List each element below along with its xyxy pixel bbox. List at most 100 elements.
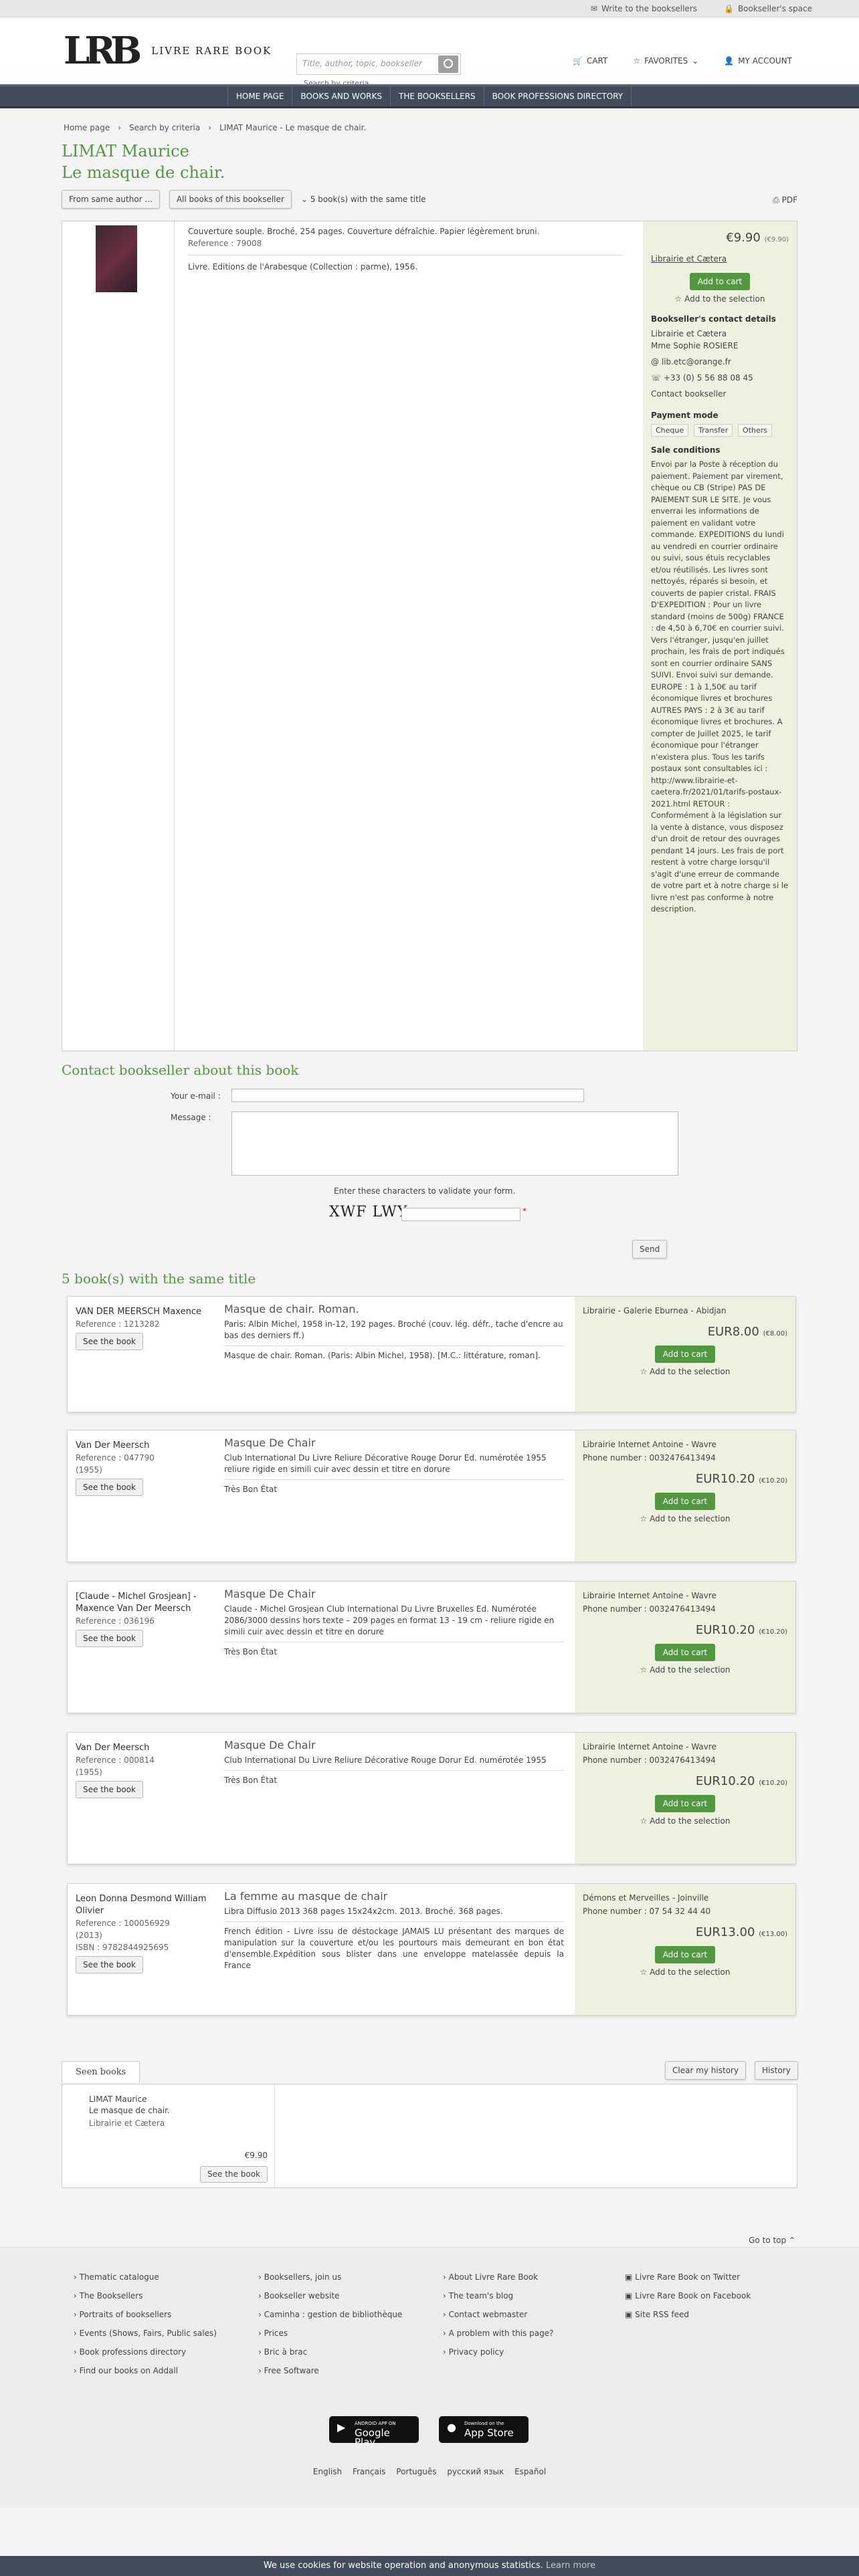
facebook-link[interactable]: ▣ Livre Rare Book on Facebook [625, 2286, 751, 2305]
lang-ru[interactable]: русский язык [447, 2467, 504, 2476]
contact-bookseller-link[interactable]: Contact bookseller [651, 388, 789, 400]
crumb-criteria[interactable]: Search by criteria [129, 123, 200, 132]
same-title-section: 5 book(s) with the same title [62, 1271, 256, 1287]
account-link[interactable]: 👤 MY ACCOUNT [724, 56, 792, 66]
write-link[interactable]: ✉ Write to the booksellers [591, 4, 697, 13]
result-seller[interactable]: Librairie Internet Antoine - Wavre [583, 1591, 787, 1600]
footer-link[interactable]: › Portraits of booksellers [74, 2305, 217, 2324]
payment-transfer: Transfer [693, 424, 733, 437]
clear-history-button[interactable]: Clear my history [665, 2061, 747, 2080]
twitter-icon: ▣ [625, 2272, 633, 2282]
see-book-button[interactable]: See the book [76, 1956, 143, 1973]
see-book-button[interactable]: See the book [76, 1781, 143, 1798]
see-book-button[interactable]: See the book [76, 1333, 143, 1350]
email-field[interactable] [231, 1089, 584, 1102]
nav-directory[interactable]: BOOK PROFESSIONS DIRECTORY [483, 86, 632, 106]
footer-link[interactable]: › About Livre Rare Book [443, 2268, 553, 2286]
result-seller[interactable]: Librairie Internet Antoine - Wavre [583, 1742, 787, 1751]
result-price: EUR8.00 [707, 1325, 759, 1339]
result-seller[interactable]: Librairie Internet Antoine - Wavre [583, 1440, 787, 1449]
lang-pt[interactable]: Português [396, 2467, 436, 2476]
all-books-button[interactable]: All books of this bookseller [169, 190, 292, 209]
send-button[interactable]: Send [632, 1240, 668, 1259]
nav-books[interactable]: BOOKS AND WORKS [292, 86, 390, 106]
message-field[interactable] [231, 1111, 678, 1176]
app-store-badge[interactable]: ● Download on the App Store [439, 2416, 529, 2443]
star-icon: ☆ [640, 1967, 648, 1977]
footer-link[interactable]: › Bookseller website [258, 2286, 402, 2305]
crumb-home[interactable]: Home page [64, 123, 110, 132]
result-title[interactable]: Masque De Chair [224, 1739, 564, 1751]
see-book-button[interactable]: See the book [76, 1479, 143, 1496]
seller-link[interactable]: Librairie et Cætera [651, 254, 789, 263]
payment-heading: Payment mode [651, 411, 719, 420]
go-to-top-link[interactable]: Go to top ⌃ [749, 2236, 795, 2245]
footer-link[interactable]: › Find our books on Addall [74, 2361, 217, 2380]
see-book-button[interactable]: See the book [76, 1630, 143, 1647]
footer-link[interactable]: › The Booksellers [74, 2286, 217, 2305]
google-play-badge[interactable]: ▶ ANDROID APP ON Google Play [329, 2416, 419, 2448]
nav-booksellers[interactable]: THE BOOKSELLERS [390, 86, 484, 106]
captcha-field[interactable] [401, 1208, 520, 1221]
add-selection-link[interactable]: ☆ Add to the selection [583, 1816, 787, 1826]
contact-person: Mme Sophie ROSIERE [651, 341, 739, 350]
lang-en[interactable]: English [313, 2467, 342, 2476]
footer-link[interactable]: › Events (Shows, Fairs, Public sales) [74, 2324, 217, 2343]
nav-home[interactable]: HOME PAGE [227, 86, 292, 106]
seen-see-book-button[interactable]: See the book [200, 2166, 268, 2183]
add-to-cart-button[interactable]: Add to cart [654, 1795, 716, 1812]
footer-link[interactable]: › Caminha : gestion de bibliothèque [258, 2305, 402, 2324]
result-title[interactable]: Masque De Chair [224, 1437, 564, 1448]
bookseller-space-link[interactable]: 🔒 Bookseller's space [724, 4, 812, 13]
same-title-link[interactable]: ⌄ 5 book(s) with the same title [301, 195, 426, 204]
footer-link[interactable]: › Bric à brac [258, 2343, 402, 2361]
seen-books-tab[interactable]: Seen books [62, 2061, 140, 2082]
add-selection-link[interactable]: ☆ Add to the selection [583, 1665, 787, 1675]
add-selection-link[interactable]: ☆ Add to the selection [583, 1967, 787, 1977]
header: LRB LIVRE RARE BOOK Title, author, topic… [0, 17, 859, 88]
footer-link[interactable]: › Thematic catalogue [74, 2268, 217, 2286]
bookseller-sidebar: €9.90 (€9.90) Librairie et Cætera Add to… [643, 221, 797, 1051]
book-cover-image[interactable] [96, 225, 137, 292]
logo[interactable]: LRB LIVRE RARE BOOK [64, 32, 272, 70]
add-to-cart-button[interactable]: Add to cart [689, 273, 751, 290]
footer-link[interactable]: › The team's blog [443, 2286, 553, 2305]
cart-link[interactable]: 🛒 CART [573, 56, 607, 66]
lang-fr[interactable]: Français [353, 2467, 385, 2476]
result-title[interactable]: La femme au masque de chair [224, 1891, 564, 1902]
email-link[interactable]: @ lib.etc@orange.fr [651, 356, 789, 368]
result-price: EUR10.20 [695, 1623, 755, 1637]
result-seller[interactable]: Librairie - Galerie Eburnea - Abidjan [583, 1306, 787, 1315]
search-input[interactable]: Title, author, topic, bookseller [296, 53, 461, 75]
add-to-cart-button[interactable]: Add to cart [654, 1346, 716, 1363]
footer-link[interactable]: › Book professions directory [74, 2343, 217, 2361]
from-same-author-button[interactable]: From same author ... [62, 190, 160, 209]
favorites-link[interactable]: ☆ FAVORITES ⌄ [633, 56, 698, 66]
result-seller[interactable]: Démons et Merveilles - Joinville [583, 1893, 787, 1903]
book-edition: Livre. Editions de l'Arabesque (Collecti… [188, 262, 418, 272]
rss-link[interactable]: ▣ Site RSS feed [625, 2305, 751, 2324]
history-button[interactable]: History [755, 2061, 798, 2080]
add-to-cart-button[interactable]: Add to cart [654, 1644, 716, 1661]
result-title[interactable]: Masque De Chair [224, 1588, 564, 1600]
seen-title[interactable]: Le masque de chair. [89, 2105, 248, 2117]
search-by-criteria-link[interactable]: Search by criteria [304, 79, 369, 88]
add-to-cart-button[interactable]: Add to cart [654, 1946, 716, 1963]
result-title[interactable]: Masque de chair. Roman. [224, 1303, 564, 1315]
learn-more-link[interactable]: Learn more [546, 2561, 595, 2571]
lang-es[interactable]: Español [514, 2467, 546, 2476]
footer-link[interactable]: › A problem with this page? [443, 2324, 553, 2343]
add-selection-link[interactable]: ☆ Add to the selection [651, 294, 789, 304]
footer-link[interactable]: › Privacy policy [443, 2343, 553, 2361]
search-icon[interactable] [438, 56, 458, 73]
footer-link[interactable]: › Free Software [258, 2361, 402, 2380]
twitter-link[interactable]: ▣ Livre Rare Book on Twitter [625, 2268, 751, 2286]
add-selection-link[interactable]: ☆ Add to the selection [583, 1514, 787, 1523]
add-selection-link[interactable]: ☆ Add to the selection [583, 1367, 787, 1376]
footer-link[interactable]: › Prices [258, 2324, 402, 2343]
footer-link[interactable]: › Contact webmaster [443, 2305, 553, 2324]
add-to-cart-button[interactable]: Add to cart [654, 1493, 716, 1510]
sale-conditions-heading: Sale conditions [651, 445, 721, 455]
pdf-link[interactable]: ⎙ PDF [773, 195, 797, 205]
footer-link[interactable]: › Booksellers, join us [258, 2268, 402, 2286]
